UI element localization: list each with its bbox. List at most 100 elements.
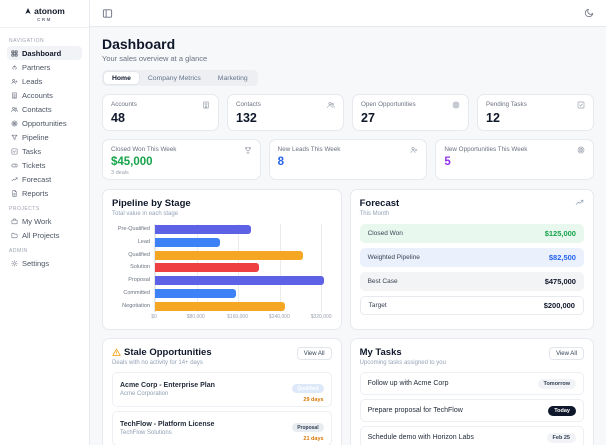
chart-bar-solution bbox=[155, 263, 259, 273]
task-text: Prepare proposal for TechFlow bbox=[367, 407, 463, 414]
tab-home[interactable]: Home bbox=[104, 72, 139, 84]
chart-x-tick-label: $320,000 bbox=[310, 314, 332, 320]
stale-opportunity-item[interactable]: Acme Corp - Enterprise Plan Acme Corpora… bbox=[112, 372, 332, 407]
kpi-subtext: 3 deals bbox=[111, 170, 129, 176]
kpi-card: New Leads This Week 8 bbox=[268, 139, 428, 180]
tab-company-metrics[interactable]: Company Metrics bbox=[140, 72, 209, 84]
stat-label: Open Opportunities bbox=[361, 101, 416, 108]
chart-x-tick-label: $240,000 bbox=[268, 314, 290, 320]
nav-item-label: Tasks bbox=[22, 146, 42, 156]
users-icon bbox=[327, 101, 335, 109]
chart-bar-proposal bbox=[155, 276, 324, 286]
sidebar-toggle-button[interactable] bbox=[101, 7, 113, 19]
task-item[interactable]: Prepare proposal for TechFlow Today bbox=[359, 399, 584, 422]
sidebar-item-forecast[interactable]: Forecast bbox=[7, 172, 82, 186]
folder-icon bbox=[11, 232, 18, 239]
opportunity-name: Acme Corp - Enterprise Plan bbox=[120, 382, 215, 390]
target-icon bbox=[11, 120, 18, 127]
page-subtitle: Your sales overview at a glance bbox=[102, 54, 208, 63]
main-area: Dashboard Your sales overview at a glanc… bbox=[90, 0, 606, 445]
gear-icon bbox=[11, 260, 18, 267]
tasks-panel-title: My Tasks bbox=[359, 347, 402, 358]
sidebar-item-tickets[interactable]: Tickets bbox=[7, 158, 82, 172]
chart-category-label: Pre-Qualified bbox=[117, 226, 150, 232]
dashboard-tabs: Home Company Metrics Marketing bbox=[102, 70, 258, 86]
sidebar-item-pipeline[interactable]: Pipeline bbox=[7, 130, 82, 144]
chart-bar-pre-qualified bbox=[155, 225, 252, 234]
stat-card: Contacts 132 bbox=[227, 94, 344, 131]
trending-up-icon bbox=[11, 176, 18, 183]
chart-category-label: Negotiation bbox=[122, 302, 150, 309]
forecast-row-value: $82,500 bbox=[548, 253, 576, 262]
sidebar-item-dashboard[interactable]: Dashboard bbox=[7, 46, 82, 60]
partners-icon bbox=[11, 64, 18, 71]
chart-x-tick-label: $160,000 bbox=[227, 314, 248, 320]
nav-item-label: Tickets bbox=[22, 160, 46, 170]
kpi-label: New Opportunities This Week bbox=[444, 146, 528, 153]
task-text: Follow up with Acme Corp bbox=[367, 380, 449, 387]
stage-badge: Proposal bbox=[292, 423, 324, 432]
forecast-row-value: $200,000 bbox=[543, 301, 575, 310]
kpi-value: 8 bbox=[277, 156, 285, 168]
task-item[interactable]: Follow up with Acme Corp Tomorrow bbox=[359, 372, 584, 395]
kpi-value: $45,000 bbox=[111, 156, 153, 168]
nav-item-label: Reports bbox=[22, 188, 49, 198]
forecast-row-value: $475,000 bbox=[544, 277, 576, 286]
tab-marketing[interactable]: Marketing bbox=[210, 72, 256, 84]
chart-category-label: Qualified bbox=[128, 251, 150, 258]
task-due-badge: Today bbox=[548, 405, 576, 416]
pipeline-bar-chart: Pre-Qualified Lead Qualified Solution Propos… bbox=[112, 224, 332, 321]
building-icon bbox=[11, 92, 18, 99]
forecast-panel-subtitle: This Month bbox=[359, 211, 390, 217]
sidebar-item-tasks[interactable]: Tasks bbox=[7, 144, 82, 158]
trophy-icon bbox=[244, 146, 252, 154]
forecast-row-value: $125,000 bbox=[544, 229, 576, 238]
stale-view-all-button[interactable]: View All bbox=[296, 347, 332, 360]
chart-x-tick-label: $0 bbox=[151, 314, 157, 320]
nav-item-label: Partners bbox=[22, 62, 51, 72]
sidebar-item-accounts[interactable]: Accounts bbox=[7, 88, 82, 102]
chart-category-label: Lead bbox=[137, 238, 150, 245]
stat-card: Accounts 48 bbox=[102, 94, 219, 131]
sidebar-item-my-work[interactable]: My Work bbox=[7, 214, 82, 228]
stat-card: Open Opportunities 27 bbox=[352, 94, 469, 131]
forecast-row: Target $200,000 bbox=[359, 296, 584, 315]
chart-bar-qualified bbox=[155, 250, 304, 260]
my-tasks-list: Follow up with Acme Corp Tomorrow Prepar… bbox=[359, 372, 584, 445]
chart-x-axis: $0 $80,000 $160,000 $240,000 $320,000 bbox=[151, 314, 332, 322]
stat-label: Contacts bbox=[236, 101, 261, 108]
stale-opportunities-panel: Stale Opportunities Deals with no activi… bbox=[102, 338, 342, 445]
user-plus-icon bbox=[11, 78, 18, 85]
chart-x-tick-label: $80,000 bbox=[186, 314, 205, 320]
opportunity-company: Acme Corporation bbox=[120, 390, 169, 397]
forecast-row: Best Case $475,000 bbox=[359, 272, 584, 291]
nav-item-label: Accounts bbox=[22, 90, 53, 100]
sidebar-item-partners[interactable]: Partners bbox=[7, 60, 82, 74]
building-icon bbox=[202, 101, 210, 109]
sidebar-item-all-projects[interactable]: All Projects bbox=[7, 228, 82, 242]
stale-opportunity-item[interactable]: TechFlow - Platform License TechFlow Sol… bbox=[112, 411, 332, 445]
tasks-view-all-button[interactable]: View All bbox=[549, 347, 584, 360]
sidebar-item-opportunities[interactable]: Opportunities bbox=[7, 116, 82, 130]
task-item[interactable]: Schedule demo with Horizon Labs Feb 25 bbox=[359, 426, 584, 445]
sidebar-item-leads[interactable]: Leads bbox=[7, 74, 82, 88]
sidebar-item-settings[interactable]: Settings bbox=[7, 256, 82, 270]
kpi-label: New Leads This Week bbox=[277, 146, 341, 153]
forecast-row: Weighted Pipeline $82,500 bbox=[359, 248, 584, 267]
nav-section-label: Projects bbox=[9, 206, 40, 212]
kpi-card-row: Closed Won This Week $45,000 3 deals New… bbox=[102, 139, 594, 180]
chart-category-label: Solution bbox=[130, 264, 150, 271]
kpi-card: Closed Won This Week $45,000 3 deals bbox=[102, 139, 261, 180]
sidebar-nav: Navigation Dashboard Partners Leads Acco… bbox=[0, 28, 89, 274]
stat-value: 27 bbox=[361, 111, 375, 125]
theme-toggle-button[interactable] bbox=[583, 7, 595, 19]
user-plus-icon bbox=[410, 146, 418, 154]
stat-value: 12 bbox=[486, 111, 500, 125]
chart-bar-lead bbox=[155, 237, 220, 247]
nav-item-label: Contacts bbox=[22, 104, 52, 114]
sidebar-item-contacts[interactable]: Contacts bbox=[7, 102, 82, 116]
stale-days: 21 days bbox=[303, 435, 324, 442]
sidebar-item-reports[interactable]: Reports bbox=[7, 186, 82, 200]
chart-category-label: Proposal bbox=[128, 277, 150, 284]
app-logo[interactable]: atonom CRM bbox=[0, 0, 89, 28]
